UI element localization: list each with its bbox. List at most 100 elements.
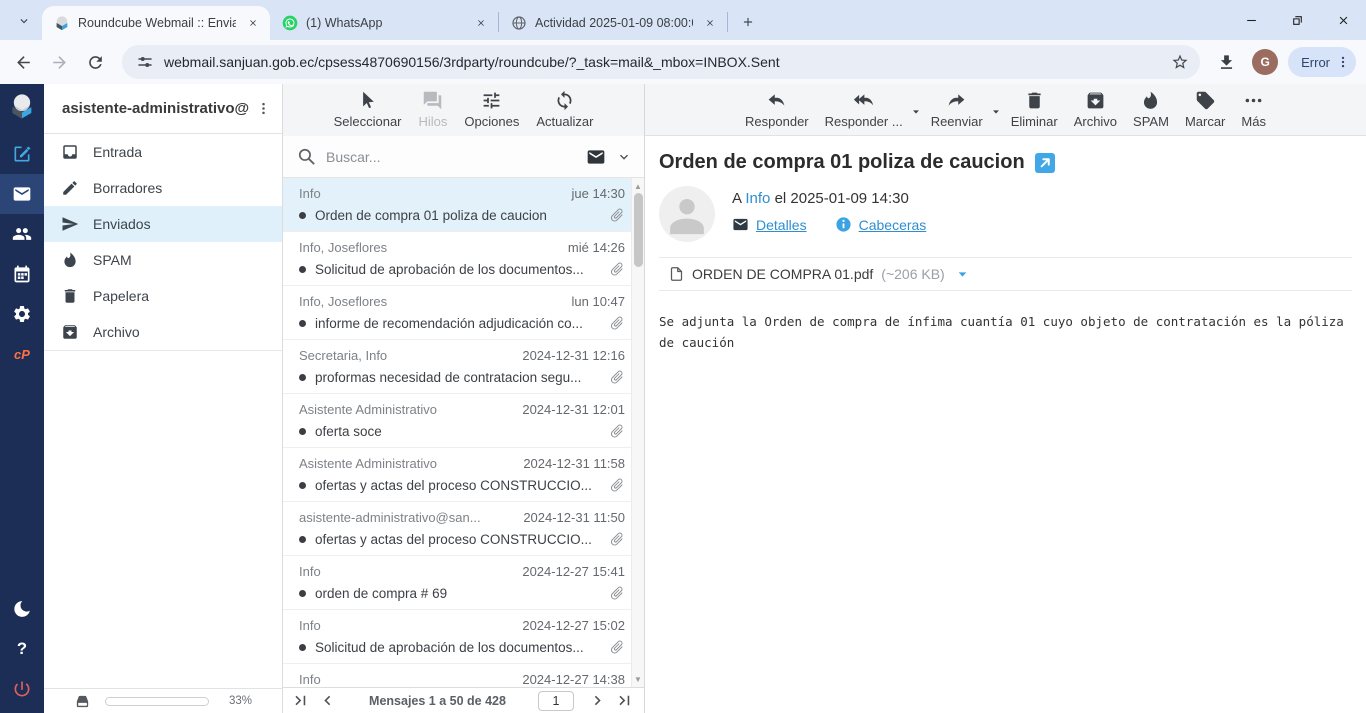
bookmark-button[interactable] <box>1166 48 1194 76</box>
mail-nav-button[interactable] <box>0 174 44 214</box>
next-page-icon[interactable] <box>588 691 607 710</box>
message-row[interactable]: Info 2024-12-27 15:02 Solicitud de aprob… <box>283 610 631 664</box>
folder-item-spam[interactable]: SPAM <box>44 242 282 278</box>
mark-button[interactable]: Marcar <box>1185 90 1225 135</box>
last-page-icon[interactable] <box>615 691 634 710</box>
browser-tab-whatsapp[interactable]: (1) WhatsApp <box>270 6 498 40</box>
search-scope-mail-icon[interactable] <box>586 147 606 167</box>
tab-title: (1) WhatsApp <box>306 16 464 30</box>
reply-all-menu-caret-icon[interactable] <box>911 107 921 117</box>
page-number-input[interactable]: 1 <box>538 691 574 711</box>
tab-close-icon[interactable] <box>701 14 719 32</box>
threads-button[interactable]: Hilos <box>419 90 448 136</box>
tab-title: Actividad 2025-01-09 08:00:00 <box>535 16 693 30</box>
folder-label: Archivo <box>93 324 140 340</box>
compose-button[interactable] <box>0 134 44 174</box>
spam-button[interactable]: SPAM <box>1133 90 1169 135</box>
forward-button[interactable] <box>42 45 76 79</box>
reply-button[interactable]: Responder <box>745 90 809 135</box>
open-in-new-window-icon[interactable] <box>1035 153 1055 173</box>
select-button[interactable]: Seleccionar <box>334 90 402 136</box>
message-date: lun 10:47 <box>572 294 626 309</box>
site-info-icon[interactable] <box>136 53 154 71</box>
downloads-button[interactable] <box>1210 46 1242 78</box>
message-row[interactable]: Info jue 14:30 Orden de compra 01 poliza… <box>283 178 631 232</box>
logout-button[interactable] <box>0 669 44 709</box>
folder-item-borradores[interactable]: Borradores <box>44 170 282 206</box>
url-text[interactable]: webmail.sanjuan.gob.ec/cpsess4870690156/… <box>164 54 1156 70</box>
folder-item-archivo[interactable]: Archivo <box>44 314 282 350</box>
globe-favicon <box>511 15 527 31</box>
message-row[interactable]: Info 2024-12-27 14:38 <box>283 664 631 687</box>
refresh-button[interactable]: Actualizar <box>536 90 593 136</box>
message-subject-title: Orden de compra 01 poliza de caucion <box>659 151 1025 174</box>
info-icon <box>835 216 852 233</box>
dark-mode-button[interactable] <box>0 589 44 629</box>
chevron-down-icon <box>17 14 31 28</box>
minimize-icon <box>1245 14 1258 27</box>
minimize-button[interactable] <box>1228 0 1274 40</box>
message-date: 2024-12-27 14:38 <box>522 672 625 687</box>
message-row[interactable]: Asistente Administrativo 2024-12-31 12:0… <box>283 394 631 448</box>
browser-tab-actividad[interactable]: Actividad 2025-01-09 08:00:00 <box>499 6 727 40</box>
first-page-icon[interactable] <box>291 691 310 710</box>
tab-close-icon[interactable] <box>244 14 262 32</box>
extensions-error-button[interactable]: Error <box>1288 47 1356 77</box>
settings-nav-button[interactable] <box>0 294 44 334</box>
message-row[interactable]: Info 2024-12-27 15:41 orden de compra # … <box>283 556 631 610</box>
back-button[interactable] <box>6 45 40 79</box>
paperclip-icon <box>609 261 625 277</box>
kebab-menu-icon[interactable] <box>1336 55 1350 69</box>
attachment-row[interactable]: ORDEN DE COMPRA 01.pdf (~206 KB) <box>659 257 1352 291</box>
list-scrollbar[interactable]: ▲ ▼ <box>631 178 644 687</box>
message-row[interactable]: Secretaria, Info 2024-12-31 12:16 profor… <box>283 340 631 394</box>
attachment-name[interactable]: ORDEN DE COMPRA 01.pdf <box>692 266 873 282</box>
new-tab-button[interactable] <box>734 8 762 36</box>
details-link[interactable]: Detalles <box>732 216 807 233</box>
browser-window: Roundcube Webmail :: Enviados (1) WhatsA… <box>0 0 1366 713</box>
message-row[interactable]: Info, Joseflores lun 10:47 informe de re… <box>283 286 631 340</box>
whatsapp-favicon <box>282 15 298 31</box>
options-button[interactable]: Opciones <box>464 90 519 136</box>
message-row[interactable]: Info, Joseflores mié 14:26 Solicitud de … <box>283 232 631 286</box>
message-row[interactable]: Asistente Administrativo 2024-12-31 11:5… <box>283 448 631 502</box>
search-icon <box>297 147 316 166</box>
folder-item-papelera[interactable]: Papelera <box>44 278 282 314</box>
browser-tab-roundcube[interactable]: Roundcube Webmail :: Enviados <box>42 6 270 40</box>
cpanel-button[interactable]: cP <box>0 334 44 374</box>
forward-button[interactable]: Reenviar <box>931 90 983 135</box>
folder-options-button[interactable] <box>250 96 276 122</box>
list-toolbar: Seleccionar Hilos Opciones Actualizar <box>283 84 644 136</box>
compose-icon <box>12 144 32 164</box>
tab-close-icon[interactable] <box>472 14 490 32</box>
reload-button[interactable] <box>78 45 112 79</box>
help-button[interactable]: ? <box>0 629 44 669</box>
search-bar <box>283 136 644 178</box>
tab-search-button[interactable] <box>10 7 38 35</box>
headers-link[interactable]: Cabeceras <box>835 216 927 233</box>
more-button[interactable]: Más <box>1241 90 1266 135</box>
message-row[interactable]: asistente-administrativo@san... 2024-12-… <box>283 502 631 556</box>
recipient-link[interactable]: Info <box>745 190 770 207</box>
close-button[interactable] <box>1320 0 1366 40</box>
address-bar[interactable]: webmail.sanjuan.gob.ec/cpsess4870690156/… <box>122 45 1200 79</box>
archive-button[interactable]: Archivo <box>1074 90 1117 135</box>
delete-button[interactable]: Eliminar <box>1011 90 1058 135</box>
profile-avatar[interactable]: G <box>1252 49 1278 75</box>
reply-all-button[interactable]: Responder ... <box>825 90 903 135</box>
search-options-chevron-icon[interactable] <box>616 149 632 165</box>
scroll-down-arrow[interactable]: ▼ <box>632 673 644 685</box>
scrollbar-thumb[interactable] <box>634 193 643 267</box>
folder-item-enviados[interactable]: Enviados <box>44 206 282 242</box>
calendar-nav-button[interactable] <box>0 254 44 294</box>
paperclip-icon <box>609 207 625 223</box>
scroll-up-arrow[interactable]: ▲ <box>632 180 644 192</box>
restore-button[interactable] <box>1274 0 1320 40</box>
search-input[interactable] <box>326 149 576 165</box>
forward-menu-caret-icon[interactable] <box>991 107 1001 117</box>
previous-page-icon[interactable] <box>318 691 337 710</box>
attachment-menu-caret-icon[interactable] <box>956 268 969 281</box>
folder-item-entrada[interactable]: Entrada <box>44 134 282 170</box>
reply-icon <box>766 90 787 111</box>
contacts-nav-button[interactable] <box>0 214 44 254</box>
